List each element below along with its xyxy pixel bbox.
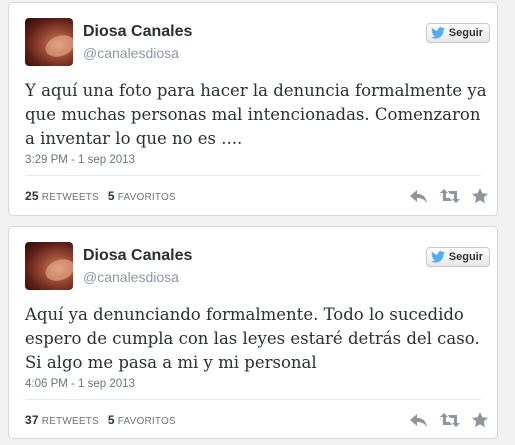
retweets-label: RETWEETS (41, 192, 99, 203)
follow-button[interactable]: Seguir (425, 247, 490, 267)
divider (25, 175, 481, 176)
reply-icon[interactable] (409, 411, 429, 429)
user-handle[interactable]: @canalesdiosa (83, 45, 179, 61)
tweet-card: Diosa Canales @canalesdiosa Seguir Y aqu… (8, 2, 498, 216)
retweets-label: RETWEETS (41, 416, 99, 427)
follow-button[interactable]: Seguir (425, 23, 490, 43)
tweet-timestamp[interactable]: 3:29 PM - 1 sep 2013 (25, 154, 135, 166)
favorite-star-icon[interactable] (471, 411, 489, 429)
tweet-stats: 25 RETWEETS 5 FAVORITOS (25, 189, 182, 203)
user-name[interactable]: Diosa Canales (83, 23, 192, 41)
reply-icon[interactable] (409, 187, 429, 205)
user-handle[interactable]: @canalesdiosa (83, 269, 179, 285)
favorites-count: 5 (107, 189, 115, 203)
favorites-count: 5 (107, 413, 115, 427)
retweets-count: 25 (25, 189, 39, 203)
tweet-card: Diosa Canales @canalesdiosa Seguir Aquí … (8, 226, 498, 439)
favorites-stat[interactable]: 5 FAVORITOS (107, 189, 176, 203)
follow-label: Seguir (448, 27, 483, 39)
tweet-text: Y aquí una foto para hacer la denuncia f… (25, 81, 487, 148)
follow-label: Seguir (448, 251, 483, 263)
favorites-stat[interactable]: 5 FAVORITOS (107, 413, 176, 427)
twitter-bird-icon (430, 251, 445, 263)
twitter-bird-icon (430, 27, 445, 39)
tweet-actions (409, 187, 489, 205)
avatar[interactable] (25, 18, 73, 66)
divider (25, 399, 481, 400)
user-name[interactable]: Diosa Canales (83, 247, 192, 265)
tweet-text: Aquí ya denunciando formalmente. Todo lo… (25, 305, 480, 372)
favorites-label: FAVORITOS (117, 192, 176, 203)
retweets-stat[interactable]: 25 RETWEETS (25, 189, 99, 203)
retweets-stat[interactable]: 37 RETWEETS (25, 413, 99, 427)
favorites-label: FAVORITOS (117, 416, 176, 427)
tweet-timestamp[interactable]: 4:06 PM - 1 sep 2013 (25, 378, 135, 390)
tweet-stats: 37 RETWEETS 5 FAVORITOS (25, 413, 182, 427)
avatar[interactable] (25, 242, 73, 290)
retweets-count: 37 (25, 413, 39, 427)
favorite-star-icon[interactable] (471, 187, 489, 205)
tweet-actions (409, 411, 489, 429)
retweet-icon[interactable] (439, 411, 461, 429)
retweet-icon[interactable] (439, 187, 461, 205)
